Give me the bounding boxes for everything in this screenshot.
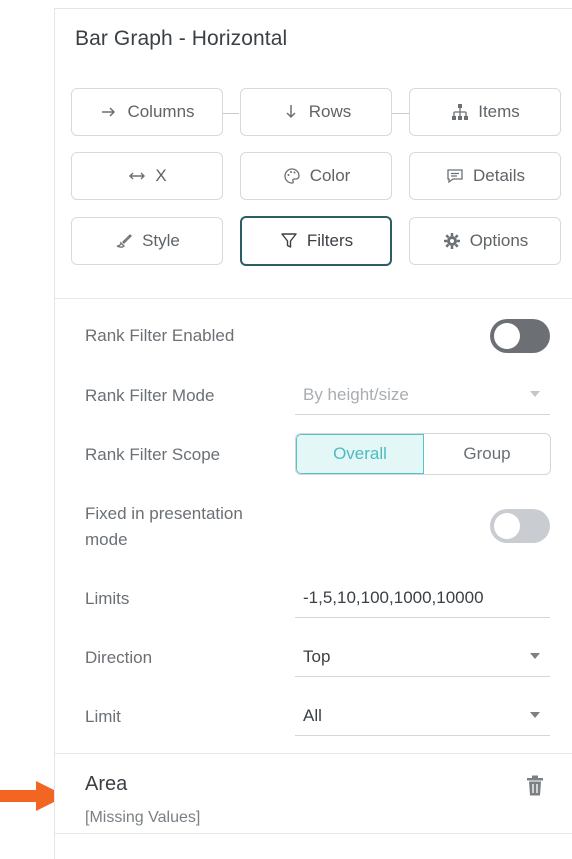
limits-value: -1,5,10,100,1000,10000 bbox=[303, 587, 484, 607]
section-divider bbox=[55, 753, 572, 754]
fixed-presentation-toggle[interactable] bbox=[490, 509, 550, 543]
chevron-down-icon bbox=[530, 653, 540, 659]
rank-filter-scope-label: Rank Filter Scope bbox=[85, 445, 221, 464]
tab-label: Rows bbox=[308, 102, 352, 121]
tab-label: X bbox=[155, 166, 167, 185]
select-value: Top bbox=[303, 646, 331, 666]
rank-filter-scope-segmented: Overall Group bbox=[295, 433, 551, 475]
select-value: By height/size bbox=[303, 384, 409, 404]
tab-columns[interactable]: Columns bbox=[71, 88, 223, 136]
settings-panel: Bar Graph - Horizontal Columns Rows Item… bbox=[54, 8, 572, 859]
filter-icon bbox=[279, 231, 299, 251]
tab-label: Color bbox=[309, 166, 351, 185]
direction-select[interactable]: Top bbox=[295, 637, 550, 677]
select-value: All bbox=[303, 705, 322, 725]
limits-label: Limits bbox=[85, 589, 130, 608]
arrow-down-icon bbox=[281, 102, 301, 122]
tab-rows[interactable]: Rows bbox=[240, 88, 392, 136]
rank-filter-enabled-toggle[interactable] bbox=[490, 319, 550, 353]
direction-label: Direction bbox=[85, 648, 153, 667]
tab-label: Details bbox=[473, 166, 525, 185]
tab-label: Style bbox=[142, 231, 180, 250]
filter-item-subtitle: [Missing Values] bbox=[85, 809, 201, 826]
fixed-presentation-label: Fixed in presentation mode bbox=[85, 501, 243, 553]
section-divider bbox=[55, 833, 572, 834]
scope-option-overall[interactable]: Overall bbox=[296, 434, 424, 474]
gear-icon bbox=[442, 231, 462, 251]
tab-label: Options bbox=[469, 231, 529, 250]
tab-label: Items bbox=[478, 102, 520, 121]
panel-title: Bar Graph - Horizontal bbox=[75, 27, 288, 50]
tab-details[interactable]: Details bbox=[409, 152, 561, 200]
comment-icon bbox=[445, 166, 465, 186]
horizontal-arrows-icon bbox=[127, 166, 147, 186]
chevron-down-icon bbox=[530, 712, 540, 718]
toggle-knob bbox=[494, 513, 520, 539]
tab-items[interactable]: Items bbox=[409, 88, 561, 136]
limits-input[interactable]: -1,5,10,100,1000,10000 bbox=[295, 578, 550, 618]
rank-filter-enabled-label: Rank Filter Enabled bbox=[85, 326, 235, 345]
tab-style[interactable]: Style bbox=[71, 217, 223, 265]
limit-label: Limit bbox=[85, 707, 121, 726]
limit-select[interactable]: All bbox=[295, 696, 550, 736]
connector-line bbox=[391, 113, 409, 114]
chevron-down-icon bbox=[530, 391, 540, 397]
fixed-presentation-label-line1: Fixed in presentation bbox=[85, 504, 243, 523]
trash-icon[interactable] bbox=[525, 775, 545, 797]
connector-line bbox=[221, 113, 239, 114]
tab-x[interactable]: X bbox=[71, 152, 223, 200]
rank-filter-mode-select[interactable]: By height/size bbox=[295, 375, 550, 415]
fixed-presentation-label-line2: mode bbox=[85, 530, 128, 549]
tab-options[interactable]: Options bbox=[409, 217, 561, 265]
brush-icon bbox=[114, 231, 134, 251]
tab-label: Columns bbox=[127, 102, 195, 121]
section-divider bbox=[55, 298, 572, 299]
arrow-right-icon bbox=[99, 102, 119, 122]
tab-filters[interactable]: Filters bbox=[240, 216, 392, 266]
palette-icon bbox=[282, 166, 302, 186]
scope-option-group[interactable]: Group bbox=[424, 434, 550, 474]
hierarchy-icon bbox=[450, 102, 470, 122]
tab-color[interactable]: Color bbox=[240, 152, 392, 200]
tab-label: Filters bbox=[306, 231, 354, 250]
toggle-knob bbox=[494, 323, 520, 349]
filter-item-name[interactable]: Area bbox=[85, 773, 127, 796]
rank-filter-mode-label: Rank Filter Mode bbox=[85, 386, 215, 405]
